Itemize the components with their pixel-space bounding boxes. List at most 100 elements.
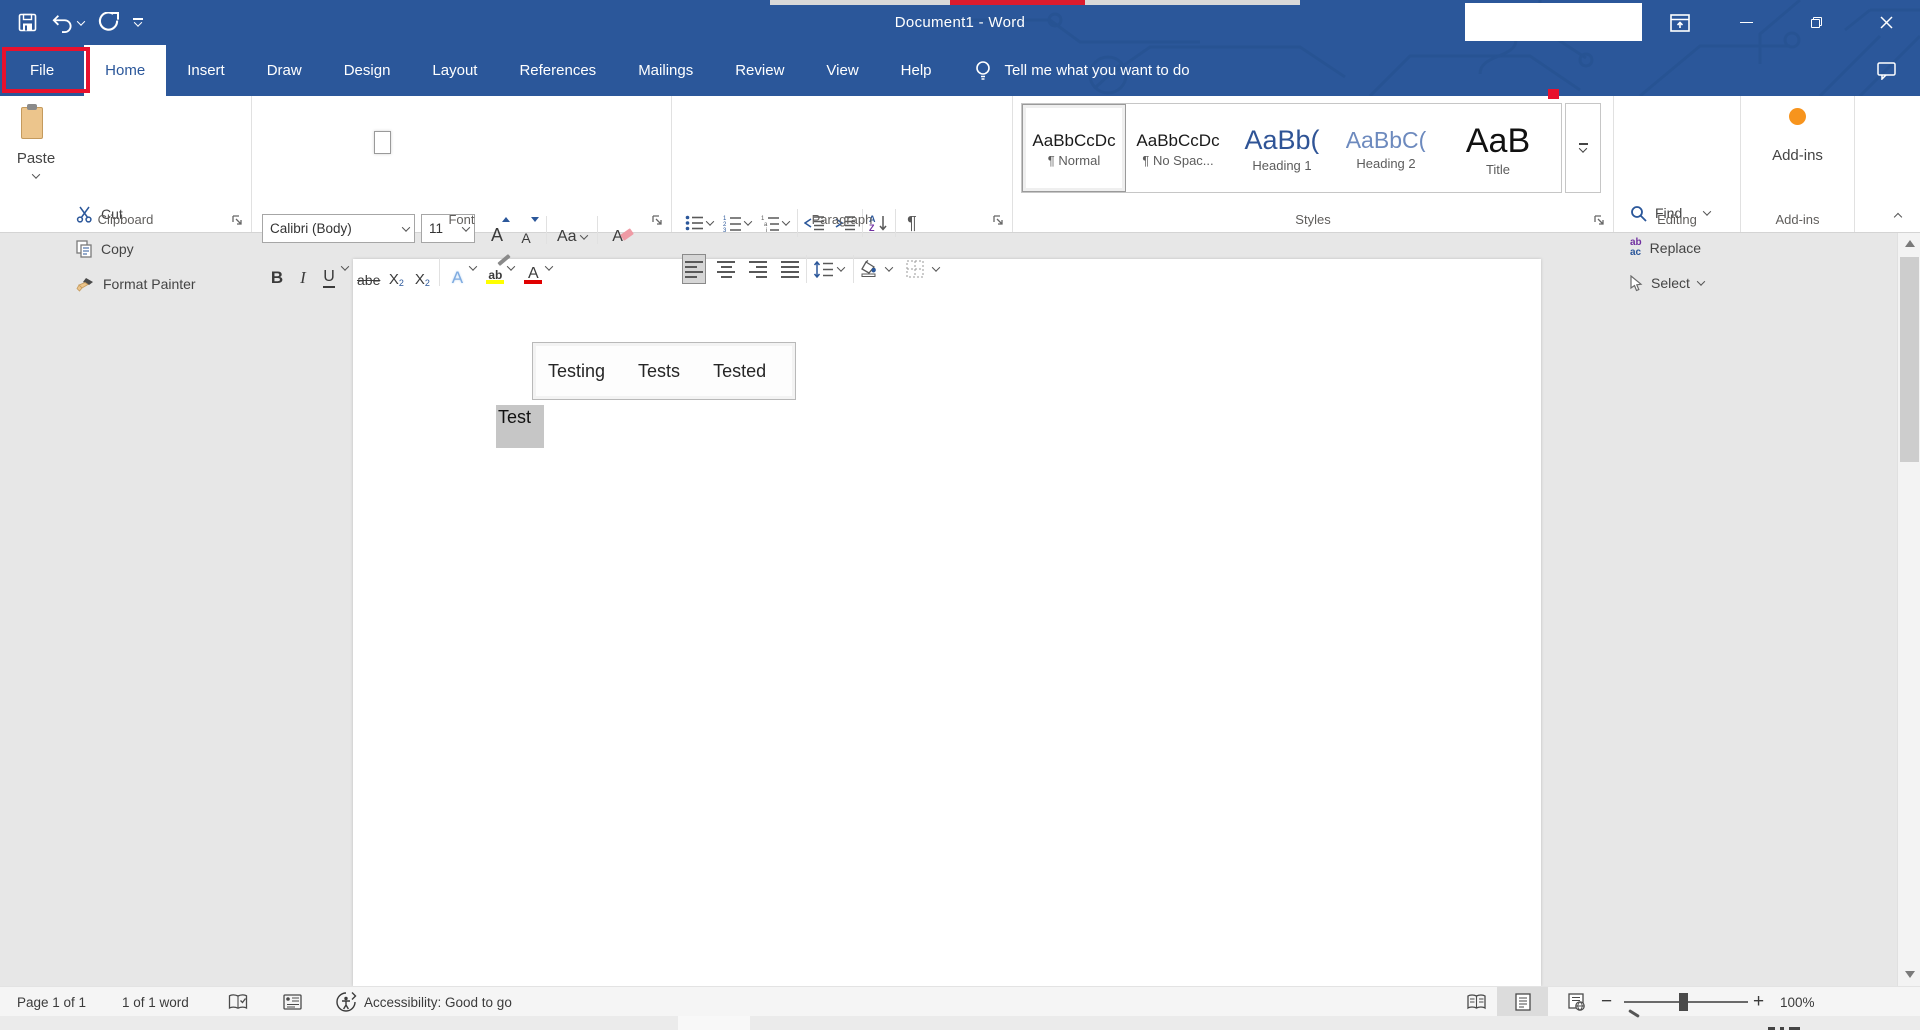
group-editing: Find ab ac Replace Select Editing — [1614, 96, 1741, 232]
separator — [439, 258, 440, 286]
change-case-icon: Aa — [557, 228, 577, 246]
scroll-up-button[interactable] — [1898, 233, 1920, 254]
shading-chevron[interactable] — [885, 263, 893, 271]
borders-icon — [906, 260, 924, 278]
select-chevron[interactable] — [1697, 277, 1705, 285]
ribbon-home: Paste Cut Copy — [0, 96, 1920, 233]
select-button[interactable]: Select — [1630, 271, 1704, 295]
borders-button[interactable] — [903, 254, 927, 284]
bold-button[interactable]: B — [264, 256, 290, 288]
font-color-chevron[interactable] — [545, 262, 553, 270]
shading-icon — [860, 260, 882, 278]
top-edge-red-segment — [950, 0, 1085, 5]
strikethrough-button[interactable]: abe — [354, 256, 383, 288]
collapse-ribbon-button[interactable] — [1886, 208, 1910, 226]
tab-insert[interactable]: Insert — [166, 45, 246, 96]
borders-chevron[interactable] — [932, 263, 940, 271]
ribbon-display-options-button[interactable] — [1662, 0, 1698, 45]
shading-button[interactable] — [858, 254, 884, 284]
font-dialog-launcher[interactable] — [651, 214, 664, 227]
zoom-in-button[interactable]: + — [1753, 987, 1764, 1017]
tab-design[interactable]: Design — [323, 45, 412, 96]
text-effects-chevron[interactable] — [469, 262, 477, 270]
style-no-spacing[interactable]: AaBbCcDc ¶ No Spac... — [1126, 104, 1230, 192]
style-normal[interactable]: AaBbCcDc ¶ Normal — [1022, 104, 1126, 192]
font-color-button[interactable]: A — [520, 256, 546, 288]
styles-dialog-launcher[interactable] — [1593, 214, 1606, 227]
align-left-button[interactable] — [682, 254, 706, 284]
subscript-button[interactable]: X2 — [383, 256, 409, 288]
scrollbar-thumb[interactable] — [1900, 257, 1919, 462]
clipboard-dialog-launcher[interactable] — [231, 214, 244, 227]
accessibility-status-button[interactable]: Accessibility: Good to go — [335, 987, 512, 1017]
suggestion-option-tested[interactable]: Tested — [713, 361, 766, 382]
accessibility-icon — [335, 991, 357, 1013]
tab-home-label: Home — [105, 62, 145, 79]
selected-text[interactable]: Test — [496, 405, 544, 448]
text-highlight-button[interactable]: ab — [482, 256, 508, 288]
zoom-level[interactable]: 100% — [1780, 987, 1815, 1017]
line-spacing-chevron[interactable] — [837, 263, 845, 271]
word-count[interactable]: 1 of 1 word — [122, 987, 189, 1017]
print-layout-button[interactable] — [1497, 987, 1548, 1017]
tab-mailings[interactable]: Mailings — [617, 45, 714, 96]
tab-review[interactable]: Review — [714, 45, 805, 96]
line-spacing-button[interactable] — [811, 254, 836, 284]
copy-button[interactable]: Copy — [76, 237, 134, 261]
suggestion-option-testing[interactable]: Testing — [548, 361, 605, 382]
style-heading1[interactable]: AaBb( Heading 1 — [1230, 104, 1334, 192]
restore-window-button[interactable] — [1793, 0, 1839, 45]
addins-button[interactable]: Add-ins — [1741, 108, 1854, 164]
collapse-ribbon-chevron — [1894, 213, 1902, 221]
style-heading2-preview: AaBbC( — [1346, 129, 1427, 152]
tab-home[interactable]: Home — [84, 45, 166, 96]
zoom-out-button[interactable]: − — [1601, 987, 1612, 1017]
macro-panel-icon — [283, 994, 302, 1010]
text-highlight-chevron[interactable] — [507, 262, 515, 270]
style-heading2[interactable]: AaBbC( Heading 2 — [1334, 104, 1438, 192]
suggestion-option-tests[interactable]: Tests — [638, 361, 680, 382]
tab-draw[interactable]: Draw — [246, 45, 323, 96]
text-effects-button[interactable]: A — [444, 256, 470, 288]
close-button[interactable] — [1863, 0, 1909, 45]
print-layout-icon — [1515, 993, 1531, 1011]
feedback-button[interactable] — [1866, 45, 1906, 96]
paragraph-dialog-launcher[interactable] — [992, 214, 1005, 227]
align-right-icon — [749, 261, 767, 278]
styles-more-button[interactable] — [1565, 103, 1601, 193]
replace-button[interactable]: ab ac Replace — [1630, 236, 1701, 260]
paste-button[interactable]: Paste — [10, 103, 62, 199]
minimize-button[interactable] — [1723, 0, 1769, 45]
vertical-scrollbar[interactable] — [1897, 233, 1920, 986]
proofing-status-button[interactable] — [228, 987, 248, 1017]
scroll-down-button[interactable] — [1898, 964, 1920, 985]
read-mode-button[interactable] — [1458, 987, 1494, 1017]
tab-file[interactable]: File — [0, 45, 84, 96]
page-indicator[interactable]: Page 1 of 1 — [17, 987, 86, 1017]
zoom-slider-thumb[interactable] — [1679, 993, 1688, 1011]
macro-recording-button[interactable] — [283, 987, 302, 1017]
italic-button[interactable]: I — [290, 256, 316, 288]
underline-chevron[interactable] — [341, 262, 349, 270]
close-icon — [1880, 16, 1893, 29]
account-area[interactable] — [1465, 3, 1642, 41]
align-center-button[interactable] — [714, 254, 738, 284]
tab-references[interactable]: References — [498, 45, 617, 96]
paste-dropdown-chevron[interactable] — [32, 170, 40, 178]
align-right-button[interactable] — [746, 254, 770, 284]
justify-button[interactable] — [778, 254, 802, 284]
web-layout-button[interactable] — [1558, 987, 1594, 1017]
replace-icon: ab ac — [1630, 238, 1642, 258]
taskbar-highlight-segment — [678, 1016, 750, 1030]
superscript-button[interactable]: X2 — [409, 256, 435, 288]
document-page[interactable]: Testing Tests Tested Test — [353, 259, 1541, 986]
style-title[interactable]: AaB Title — [1438, 104, 1558, 192]
tell-me-box[interactable]: Tell me what you want to do — [975, 45, 1190, 96]
underline-button[interactable]: U — [316, 256, 342, 288]
restore-icon — [1811, 17, 1822, 28]
tab-layout[interactable]: Layout — [411, 45, 498, 96]
line-spacing-icon — [813, 261, 834, 278]
tab-view[interactable]: View — [805, 45, 879, 96]
format-painter-button[interactable]: Format Painter — [76, 272, 196, 296]
tab-help[interactable]: Help — [880, 45, 953, 96]
